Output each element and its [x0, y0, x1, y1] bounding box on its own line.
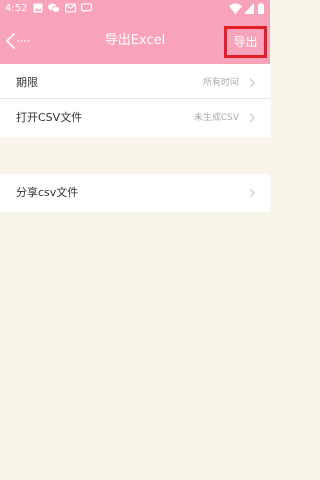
signal-icon [244, 3, 254, 14]
list-item-share-csv[interactable]: 分享csv文件 [0, 174, 270, 212]
list-item-open-csv[interactable]: 打开CSV文件 未生成CSV [0, 99, 270, 137]
toolbar: 导出Excel 导出 [0, 18, 270, 64]
export-button[interactable]: 导出 [224, 26, 267, 58]
mail-icon [65, 3, 76, 13]
status-time: 4:52 [5, 3, 28, 14]
period-value: 所有时间 [202, 78, 239, 88]
battery-icon [258, 3, 264, 14]
image-icon [33, 3, 43, 13]
wifi-icon [229, 3, 242, 14]
share-csv-label: 分享csv文件 [16, 186, 79, 199]
period-label: 期限 [16, 76, 38, 89]
chevron-right-icon [249, 78, 255, 88]
status-bar: 4:52 [0, 0, 270, 18]
chevron-right-icon [249, 113, 255, 123]
message-icon [81, 3, 92, 13]
csv-status-value: 未生成CSV [193, 113, 239, 123]
list-item-period[interactable]: 期限 所有时间 [0, 64, 270, 102]
open-csv-label: 打开CSV文件 [16, 111, 83, 124]
chevron-right-icon [249, 188, 255, 198]
wechat-icon [48, 3, 60, 13]
